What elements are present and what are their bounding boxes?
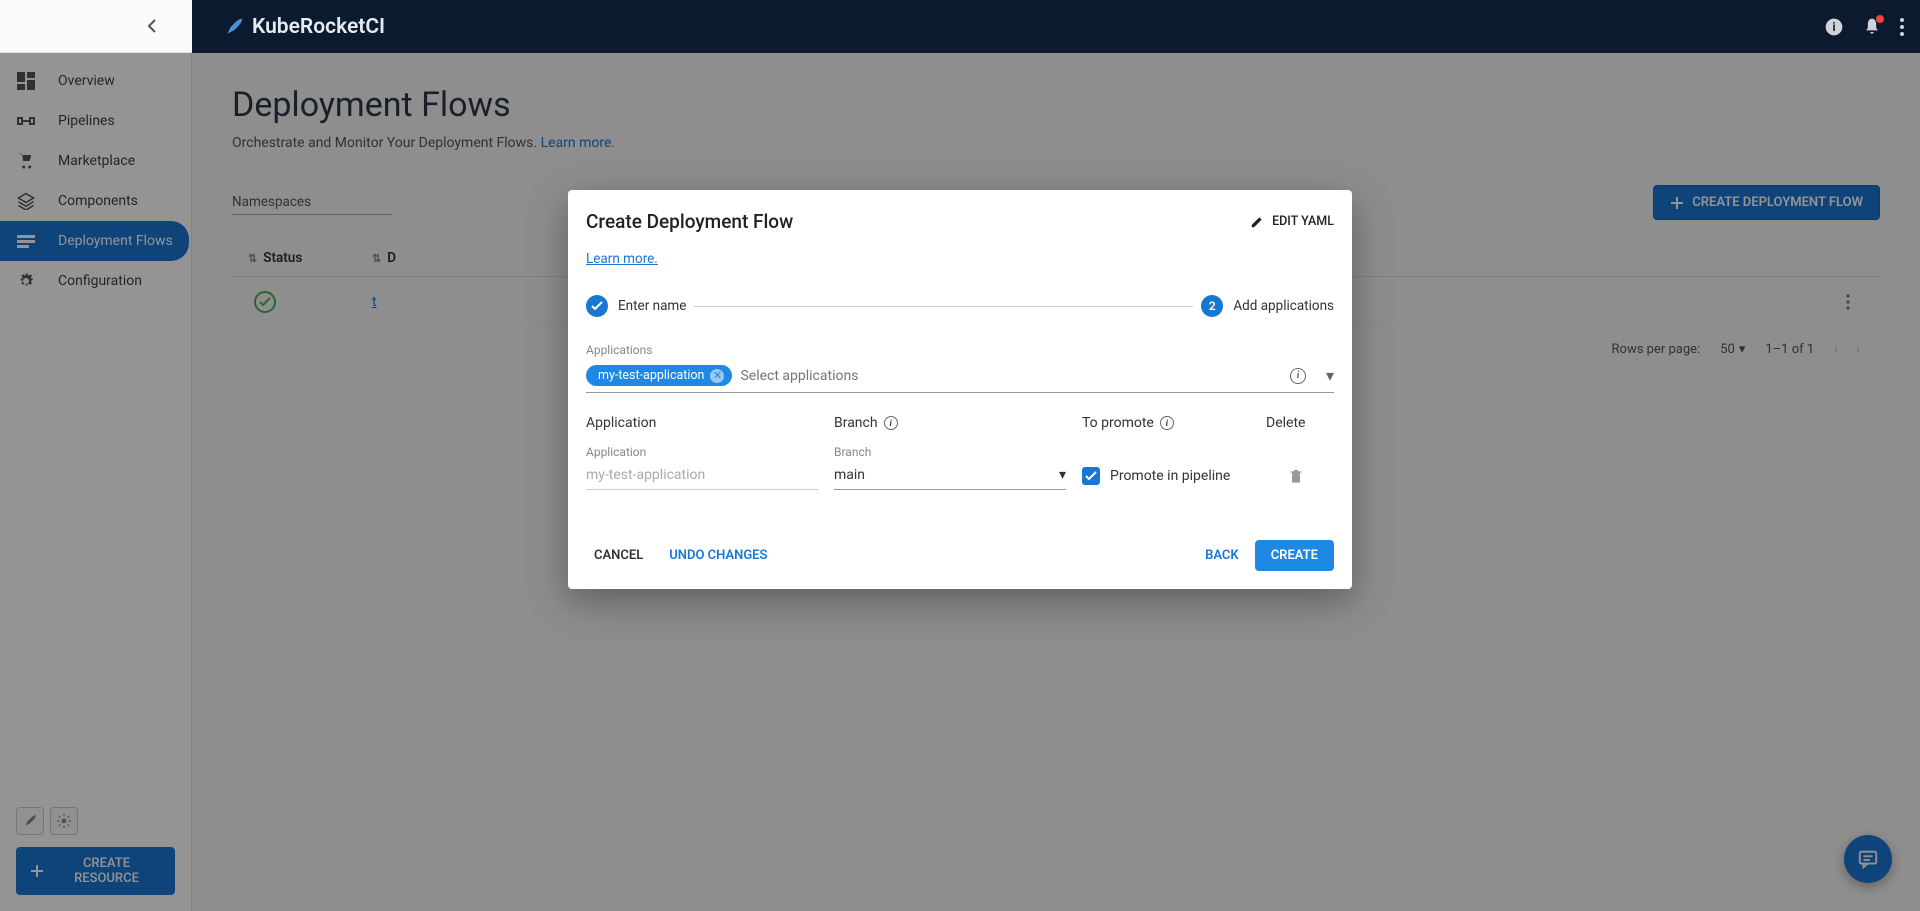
stepper: Enter name 2 Add applications	[586, 295, 1334, 317]
field-label-application: Application	[586, 445, 834, 459]
step-connector	[694, 306, 1193, 307]
chevron-down-icon: ▾	[1059, 467, 1066, 483]
undo-changes-button[interactable]: UNDO CHANGES	[661, 542, 775, 569]
edit-yaml-button[interactable]: EDIT YAML	[1250, 214, 1334, 229]
edit-yaml-label: EDIT YAML	[1272, 214, 1334, 229]
promote-checkbox[interactable]	[1082, 467, 1100, 485]
modal-overlay[interactable]: Create Deployment Flow EDIT YAML Learn m…	[0, 0, 1920, 911]
promote-label: Promote in pipeline	[1110, 468, 1230, 484]
back-button[interactable]: BACK	[1197, 542, 1247, 569]
chevron-down-icon[interactable]: ▾	[1326, 366, 1334, 385]
bell-icon[interactable]	[1862, 17, 1882, 37]
info-icon[interactable]: i	[1160, 416, 1174, 430]
rocket-icon	[224, 17, 244, 37]
info-icon[interactable]: i	[1290, 368, 1306, 384]
create-deployment-flow-modal: Create Deployment Flow EDIT YAML Learn m…	[568, 190, 1352, 589]
modal-title: Create Deployment Flow	[586, 210, 793, 233]
pencil-icon	[1250, 215, 1264, 229]
chip-remove-icon[interactable]: ✕	[710, 369, 724, 383]
create-button[interactable]: CREATE	[1255, 540, 1334, 571]
step-number-badge: 2	[1201, 295, 1223, 317]
topbar: KubeRocketCI i	[0, 0, 1920, 53]
grid-header-branch: Branch i	[834, 415, 1082, 431]
grid-header-application: Application	[586, 415, 834, 431]
brand-text: KubeRocketCI	[252, 15, 385, 39]
step-label: Add applications	[1233, 298, 1334, 314]
applications-input[interactable]	[740, 368, 1282, 384]
applications-label: Applications	[586, 343, 1334, 357]
check-icon	[586, 295, 608, 317]
notification-dot	[1876, 15, 1884, 23]
grid-header-promote: To promote i	[1082, 415, 1266, 431]
svg-text:i: i	[1832, 20, 1835, 34]
branch-select[interactable]: main ▾	[834, 461, 1066, 490]
modal-learn-more-link[interactable]: Learn more.	[586, 251, 658, 267]
field-label-branch: Branch	[834, 445, 1082, 459]
brand: KubeRocketCI	[224, 15, 385, 39]
applications-select[interactable]: my-test-application ✕ i ▾	[586, 361, 1334, 393]
application-name-input	[586, 461, 818, 490]
cancel-button[interactable]: CANCEL	[586, 542, 651, 569]
sidebar-collapse-button[interactable]	[136, 10, 168, 42]
step-add-applications[interactable]: 2 Add applications	[1201, 295, 1334, 317]
application-row: main ▾ Promote in pipeline	[586, 461, 1334, 490]
delete-row-button[interactable]	[1266, 467, 1326, 485]
branch-value: main	[834, 467, 865, 483]
application-chip: my-test-application ✕	[586, 365, 732, 386]
kebab-menu-icon[interactable]	[1900, 18, 1904, 36]
step-enter-name[interactable]: Enter name	[586, 295, 686, 317]
info-icon[interactable]: i	[1824, 17, 1844, 37]
info-icon[interactable]: i	[884, 416, 898, 430]
step-label: Enter name	[618, 298, 686, 314]
grid-header-delete: Delete	[1266, 415, 1326, 431]
chip-label: my-test-application	[598, 368, 704, 383]
